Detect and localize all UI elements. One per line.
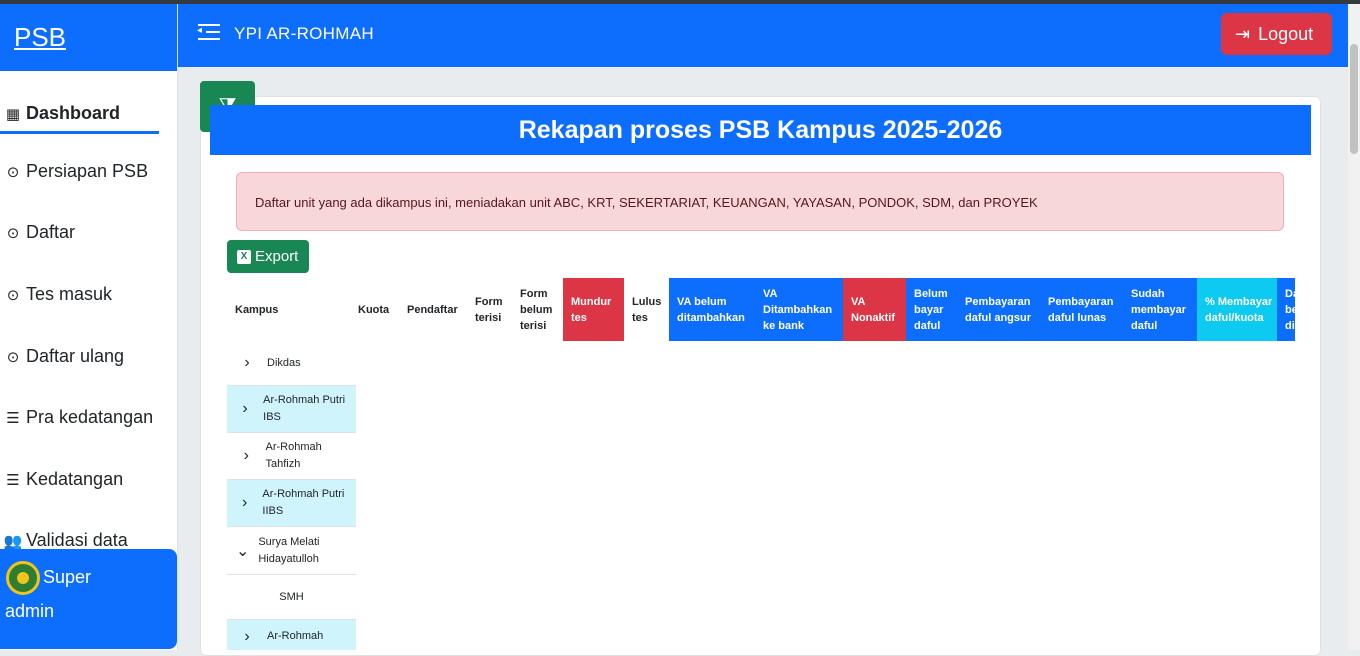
chevron-right-icon[interactable]: › xyxy=(227,447,266,465)
column-header[interactable]: Sudah membayar daful xyxy=(1123,278,1197,341)
column-header[interactable]: Belum bayar daful xyxy=(906,278,957,341)
export-label: Export xyxy=(255,248,299,265)
sidebar-item-label: Tes masuk xyxy=(26,284,113,304)
column-header[interactable]: Mundur tes xyxy=(563,278,624,341)
sidebar-item-pra-kedatangan[interactable]: ☰ Pra kedatangan xyxy=(0,407,153,428)
row-label: Ar-Rohmah xyxy=(267,630,324,642)
column-header[interactable]: Kampus xyxy=(227,278,350,341)
avatar xyxy=(6,561,40,595)
scrollbar-thumb[interactable] xyxy=(1350,44,1358,154)
row-label: SMH xyxy=(279,590,304,603)
chevron-right-icon[interactable]: › xyxy=(227,354,267,372)
check-circle-icon: ⊙ xyxy=(6,224,20,242)
chevron-right-icon[interactable]: › xyxy=(227,400,263,418)
column-header[interactable]: VA Ditambahkan ke bank xyxy=(755,278,843,341)
check-circle-icon: ⊙ xyxy=(6,286,20,304)
logout-button[interactable]: ⇥ Logout xyxy=(1221,13,1332,55)
table-row[interactable]: › Dikdas xyxy=(227,341,356,386)
grid-icon: ▦ xyxy=(5,105,21,123)
column-header[interactable]: Pembayaran daful lunas xyxy=(1040,278,1123,341)
column-header[interactable]: Da be di xyxy=(1277,278,1295,341)
sidebar-item-daftar-ulang[interactable]: ⊙ Daftar ulang xyxy=(0,346,124,367)
table-header-row: Kampus Kuota Pendaftar Form terisi Form … xyxy=(227,278,1295,341)
check-circle-icon: ⊙ xyxy=(6,348,20,366)
top-header: ◂ YPI AR-ROHMAH ⇥ Logout xyxy=(178,4,1348,67)
user-name-line2: admin xyxy=(5,601,55,621)
column-header[interactable]: Form belum terisi xyxy=(512,278,563,341)
column-header[interactable]: Kuota xyxy=(350,278,399,341)
excel-icon: X xyxy=(237,249,251,264)
table-row[interactable]: › Ar-Rohmah Putri IIBS xyxy=(227,480,356,527)
sidebar-item-daftar[interactable]: ⊙ Daftar xyxy=(0,222,75,243)
check-circle-icon: ⊙ xyxy=(6,163,20,181)
logout-icon: ⇥ xyxy=(1235,23,1251,44)
table-row[interactable]: › Ar-Rohmah Putri IBS xyxy=(227,386,356,433)
user-name-line1: Super xyxy=(43,567,92,587)
sidebar-item-label: Validasi data xyxy=(26,530,128,550)
sidebar-item-kedatangan[interactable]: ☰ Kedatangan xyxy=(0,469,123,490)
brand-link[interactable]: PSB xyxy=(14,22,66,53)
row-label: Ar-Rohmah Tahfizh xyxy=(265,441,322,470)
header-title: YPI AR-ROHMAH xyxy=(234,24,374,43)
column-header[interactable]: Pembayaran daful angsur xyxy=(957,278,1040,341)
sidebar-item-label: Kedatangan xyxy=(26,469,124,489)
sidebar-item-persiapan-psb[interactable]: ⊙ Persiapan PSB xyxy=(0,161,148,182)
sidebar-item-label: Pra kedatangan xyxy=(26,407,154,427)
table-row[interactable]: ⌄ Surya Melati Hidayatulloh xyxy=(227,527,356,575)
sidebar: PSB ▦ Dashboard ⊙ Persiapan PSB ⊙ Daftar… xyxy=(0,4,178,650)
column-header[interactable]: VA belum ditambahkan xyxy=(669,278,755,341)
row-label: Dikdas xyxy=(267,356,301,369)
list-check-icon: ☰ xyxy=(6,471,20,489)
chevron-right-icon[interactable]: › xyxy=(227,494,262,512)
page-title: Rekapan proses PSB Kampus 2025-2026 xyxy=(210,105,1311,155)
users-icon: 👥 xyxy=(3,532,23,550)
sidebar-toggle-icon[interactable]: ◂ xyxy=(197,22,220,42)
logout-label: Logout xyxy=(1258,23,1314,44)
row-label: Surya Melati Hidayatulloh xyxy=(258,535,320,565)
sidebar-item-label: Daftar ulang xyxy=(26,346,125,366)
chevron-right-icon[interactable]: › xyxy=(227,628,267,646)
recap-table: Kampus Kuota Pendaftar Form terisi Form … xyxy=(227,278,1295,650)
user-profile-card[interactable]: Super admin xyxy=(0,549,177,649)
page-scrollbar[interactable] xyxy=(1348,4,1360,650)
sidebar-item-label: Dashboard xyxy=(26,103,121,123)
sidebar-item-dashboard[interactable]: ▦ Dashboard xyxy=(0,96,159,134)
sidebar-item-tes-masuk[interactable]: ⊙ Tes masuk xyxy=(0,284,112,305)
table-row[interactable]: › Ar-Rohmah xyxy=(227,620,356,650)
column-header[interactable]: VA Nonaktif xyxy=(843,278,906,341)
sidebar-item-validasi-data[interactable]: 👥 Validasi data xyxy=(0,530,128,551)
column-header[interactable]: % Membayar daful/kuota xyxy=(1197,278,1277,341)
table-row[interactable]: › Ar-Rohmah Tahfizh xyxy=(227,433,356,480)
column-header[interactable]: Form terisi xyxy=(467,278,512,341)
list-check-icon: ☰ xyxy=(6,409,20,427)
sidebar-item-label: Persiapan PSB xyxy=(26,161,149,181)
row-label: Ar-Rohmah Putri IBS xyxy=(263,394,346,423)
table-row[interactable]: SMH xyxy=(227,575,356,620)
column-header[interactable]: Lulus tes xyxy=(624,278,669,341)
export-button[interactable]: X Export xyxy=(227,240,309,273)
info-alert: Daftar unit yang ada dikampus ini, menia… xyxy=(236,172,1284,231)
chevron-down-icon[interactable]: ⌄ xyxy=(227,541,258,561)
row-label: Ar-Rohmah Putri IIBS xyxy=(262,488,345,517)
brand-header: PSB xyxy=(0,4,177,71)
sidebar-item-label: Daftar xyxy=(26,222,76,242)
column-header[interactable]: Pendaftar xyxy=(399,278,467,341)
